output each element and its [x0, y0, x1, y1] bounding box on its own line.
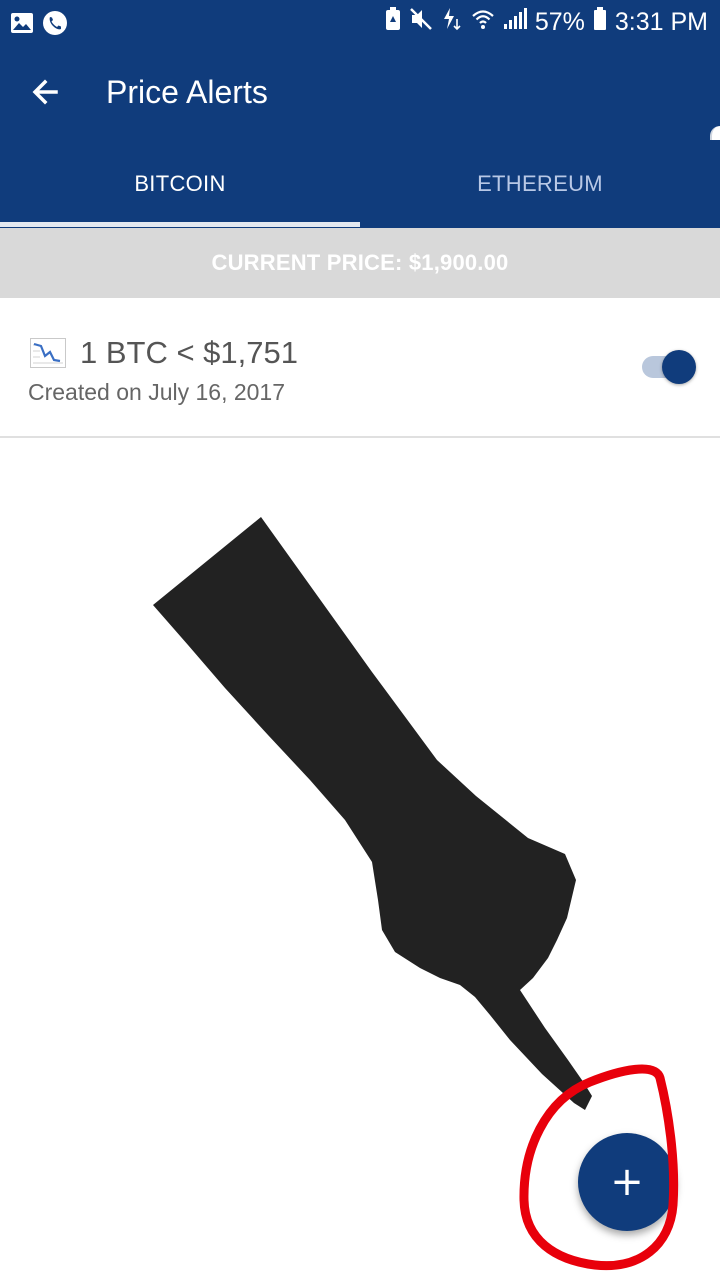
plus-icon: +: [610, 1159, 644, 1205]
alert-toggle[interactable]: [640, 350, 698, 384]
toggle-thumb: [662, 350, 696, 384]
signal-icon: [503, 7, 527, 37]
back-button[interactable]: [26, 72, 72, 112]
status-time: 3:31 PM: [614, 7, 708, 36]
tab-ethereum[interactable]: ETHEREUM: [360, 140, 720, 228]
page-title: Price Alerts: [106, 74, 268, 110]
alert-row[interactable]: 1 BTC < $1,751 Created on July 16, 2017: [0, 298, 720, 438]
add-alert-button[interactable]: +: [578, 1133, 676, 1231]
wifi-icon: [471, 8, 495, 37]
tab-indicator: [0, 222, 360, 227]
current-price-banner: CURRENT PRICE: $1,900.00: [0, 228, 720, 298]
status-right-icons: 57% 3:31 PM: [385, 6, 708, 38]
chart-decreasing-icon: [30, 338, 66, 368]
alert-created-date: Created on July 16, 2017: [28, 379, 286, 405]
alert-condition: 1 BTC < $1,751: [80, 335, 298, 370]
gallery-icon: [10, 12, 34, 39]
tab-bitcoin[interactable]: BITCOIN: [0, 140, 360, 228]
app-bar: Price Alerts: [0, 44, 720, 140]
status-bar: 57% 3:31 PM: [0, 0, 720, 44]
tab-bar: BITCOIN ETHEREUM: [0, 140, 720, 228]
mute-icon: [409, 7, 433, 38]
battery-saver-icon: [385, 6, 401, 38]
battery-icon: [593, 6, 607, 38]
arrow-left-icon: [32, 79, 58, 105]
status-left-icons: [10, 10, 68, 41]
phone-call-icon: [42, 10, 68, 41]
battery-percent: 57%: [534, 7, 585, 36]
data-transfer-icon: [441, 7, 463, 38]
price-alerts-screen: 57% 3:31 PM Price Alerts BITCOIN ETHEREU…: [0, 0, 720, 1280]
